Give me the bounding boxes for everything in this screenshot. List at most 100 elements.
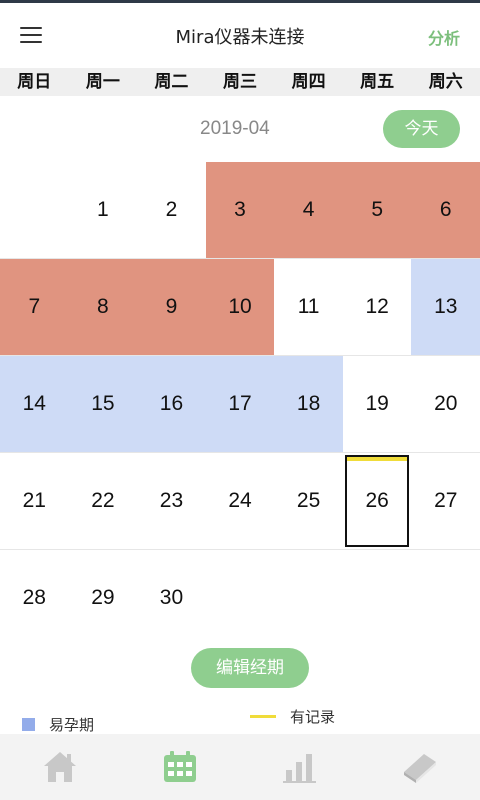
calendar-day-cell[interactable]: 15 [68,356,138,452]
weekday-label: 周一 [85,72,120,92]
calendar-day-cell[interactable]: 4 [274,162,343,258]
calendar-day-number: 22 [91,489,115,512]
calendar-day-today[interactable]: 26 [343,453,412,549]
tab-stats[interactable] [240,734,360,800]
app-header: Mira仪器未连接 分析 [0,3,480,67]
calendar-day-number: 10 [228,295,252,318]
calendar-empty-cell [343,550,412,646]
calendar-day-number: 4 [302,198,315,221]
page-title: Mira仪器未连接 [175,27,305,48]
calendar-empty-cell [274,550,343,646]
weekday-label: 周二 [154,72,189,92]
legend-fertile: 易孕期 [22,714,94,735]
calendar-day-cell[interactable]: 1 [69,162,138,258]
calendar-icon [164,751,196,782]
calendar-day-cell[interactable]: 27 [411,453,480,549]
calendar-day-cell[interactable]: 17 [205,356,275,452]
calendar-day-number: 27 [434,489,458,512]
calendar-day-cell[interactable]: 24 [206,453,275,549]
calendar-day-number: 21 [22,489,46,512]
calendar-day-number: 29 [91,586,115,609]
weekday-label: 周四 [291,72,326,92]
calendar-day-cell[interactable]: 23 [137,453,206,549]
legend-record-label: 有记录 [290,708,336,726]
calendar-day-cell[interactable]: 18 [274,356,343,452]
weekday-label: 周五 [360,72,395,92]
calendar-day-number: 5 [371,198,384,221]
book-icon [404,754,436,783]
tab-calendar[interactable] [120,734,240,800]
calendar-day-cell[interactable]: 16 [137,356,206,452]
weekday-label: 周三 [223,72,258,92]
calendar-day-number: 19 [365,392,389,415]
calendar-day-number: 28 [22,586,46,609]
calendar-day-cell[interactable]: 3 [205,162,275,258]
calendar-day-number: 26 [365,489,389,512]
calendar-day-number: 11 [297,295,320,318]
home-icon [44,752,76,782]
calendar-day-cell[interactable]: 10 [205,259,275,355]
calendar-day-number: 25 [296,489,321,512]
calendar-day-cell[interactable]: 7 [0,259,69,355]
calendar-day-number: 12 [365,295,389,318]
analysis-button[interactable]: 分析 [428,25,460,49]
calendar-day-cell[interactable]: 28 [0,550,69,646]
calendar-day-number: 13 [434,295,458,318]
weekday-label: 周日 [17,72,52,92]
calendar-day-number: 15 [91,392,115,415]
calendar-week-row: 28 29 30 [0,550,480,646]
calendar-day-cell[interactable]: 20 [411,356,480,452]
bar-chart-icon [283,754,316,783]
calendar-day-number: 7 [28,295,41,318]
calendar-day-cell[interactable]: 22 [69,453,138,549]
calendar-day-cell[interactable]: 13 [411,259,480,355]
calendar-day-number: 6 [439,198,452,221]
calendar-day-number: 30 [159,586,184,609]
fertile-swatch-icon [22,718,35,731]
calendar-day-cell[interactable]: 9 [137,259,206,355]
calendar-day-cell[interactable]: 19 [343,356,412,452]
calendar-week-row: 21 22 23 24 25 26 27 [0,453,480,550]
record-line-icon [250,715,276,718]
calendar-day-cell[interactable]: 8 [68,259,138,355]
calendar-day-number: 24 [228,489,252,512]
legend-fertile-label: 易孕期 [49,716,95,734]
calendar-week-row: 1 2 3 4 5 6 [0,162,480,259]
calendar-day-cell[interactable]: 14 [0,356,69,452]
weekday-header: 周日 周一 周二 周三 周四 周五 周六 [0,68,480,96]
calendar-day-cell[interactable]: 2 [137,162,206,258]
calendar-day-cell[interactable]: 29 [69,550,138,646]
legend-record: 有记录 [250,706,335,727]
calendar-day-number: 17 [228,392,252,415]
calendar-empty-cell [206,550,275,646]
calendar-day-number: 2 [165,198,178,221]
calendar-day-number: 3 [234,198,246,221]
calendar-day-cell[interactable]: 5 [342,162,412,258]
calendar-empty-cell [0,162,69,258]
calendar-day-number: 8 [97,295,109,318]
calendar-grid: 1 2 3 4 5 6 7 8 9 10 11 12 13 14 15 16 17 18 19 20 21 22 23 24 2… [0,162,480,646]
calendar-day-cell[interactable]: 30 [137,550,206,646]
calendar-day-number: 23 [159,489,184,512]
calendar-day-cell[interactable]: 6 [411,162,480,258]
calendar-day-cell[interactable]: 12 [343,259,412,355]
weekday-label: 周六 [428,72,463,92]
month-label: 2019-04 [200,118,270,139]
bottom-tab-bar [0,734,480,800]
calendar-day-number: 14 [22,392,46,415]
calendar-day-number: 9 [165,295,178,318]
calendar-empty-cell [411,550,480,646]
calendar-day-cell[interactable]: 25 [274,453,343,549]
tab-home[interactable] [0,734,120,800]
today-button[interactable]: 今天 [383,110,460,148]
calendar-day-number: 20 [434,392,458,415]
record-mark-icon [346,457,408,461]
calendar-day-number: 16 [159,392,184,415]
calendar-day-cell[interactable]: 21 [0,453,69,549]
tab-knowledge[interactable] [360,734,480,800]
calendar-day-number: 18 [296,392,321,415]
edit-period-button[interactable]: 编辑经期 [191,648,309,688]
calendar-day-cell[interactable]: 11 [274,259,343,355]
calendar-day-number: 1 [97,198,109,221]
calendar-week-row: 7 8 9 10 11 12 13 [0,259,480,356]
